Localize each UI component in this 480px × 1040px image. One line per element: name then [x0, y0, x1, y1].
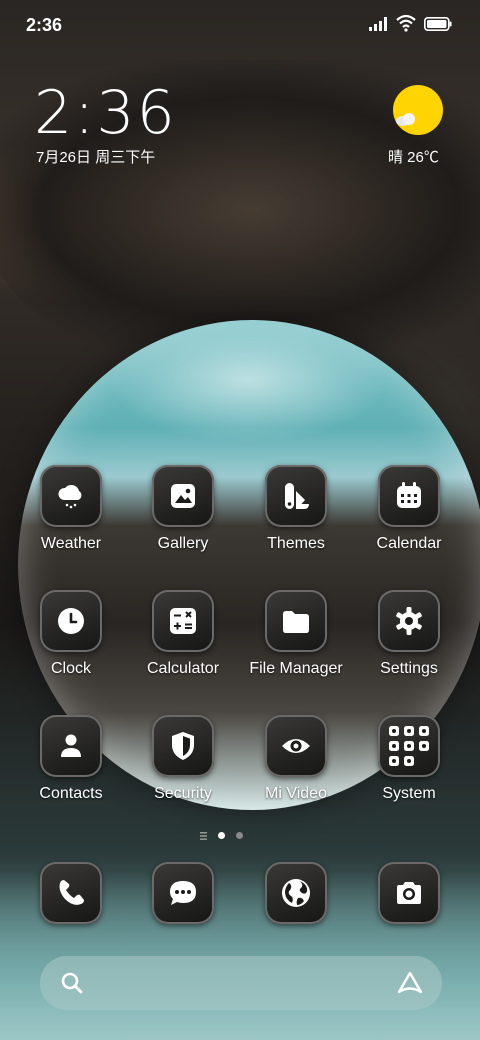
person-icon [61, 734, 81, 757]
app-label: Clock [50, 660, 91, 677]
page-indicator[interactable] [199, 831, 249, 841]
app-label: Contacts [39, 785, 103, 802]
menu-lines-icon [200, 832, 207, 840]
dock-camera[interactable] [354, 862, 464, 926]
dock-browser[interactable] [241, 862, 351, 926]
eye-icon [282, 739, 310, 753]
wifi-icon [396, 14, 416, 32]
app-label: Mi Video [265, 785, 327, 802]
app-label: System [382, 785, 436, 802]
app-clock[interactable]: Clock [16, 590, 126, 700]
battery-icon [424, 17, 452, 31]
clock-icon [58, 608, 84, 634]
app-label: Themes [267, 535, 325, 552]
weather-icon [58, 484, 82, 509]
folder-icon [283, 611, 309, 633]
gallery-icon [171, 484, 195, 508]
shield-icon [172, 732, 194, 760]
calendar-icon [397, 482, 421, 508]
app-themes[interactable]: Themes [241, 465, 351, 575]
phone-icon [59, 880, 84, 905]
app-gallery[interactable]: Gallery [128, 465, 238, 575]
cellular-signal-icon [369, 17, 387, 31]
gear-icon [396, 607, 422, 635]
app-calculator[interactable]: Calculator [128, 590, 238, 700]
clock-widget-date: 7月26日 周三下午 [36, 149, 156, 166]
page-dot [236, 832, 243, 839]
page-dot-active [218, 832, 225, 839]
app-label: Weather [40, 535, 102, 552]
search-icon [61, 972, 83, 994]
status-time: 2:36 [26, 15, 63, 35]
app-label: Calculator [146, 660, 220, 677]
app-label: Security [154, 785, 212, 802]
app-mi-video[interactable]: Mi Video [241, 715, 351, 825]
calculator-icon [170, 608, 196, 634]
dock-phone[interactable] [16, 862, 126, 926]
camera-icon [397, 882, 421, 904]
folder-grid-icon [389, 726, 429, 766]
app-weather[interactable]: Weather [16, 465, 126, 575]
weather-widget-text: 晴 26℃ [388, 149, 439, 166]
app-file-manager[interactable]: File Manager [241, 590, 351, 700]
app-contacts[interactable]: Contacts [16, 715, 126, 825]
app-label: Settings [380, 660, 438, 677]
sun-cloud-icon[interactable] [392, 84, 444, 136]
message-icon [170, 881, 196, 905]
search-bar[interactable] [40, 956, 442, 1010]
clock-widget-time[interactable]: 2:36 [34, 78, 177, 148]
themes-icon [285, 483, 309, 509]
app-label: Gallery [157, 535, 209, 552]
app-security[interactable]: Security [128, 715, 238, 825]
status-bar: 2:36 [0, 0, 480, 50]
app-calendar[interactable]: Calendar [354, 465, 464, 575]
app-label: Calendar [376, 535, 442, 552]
app-system-folder[interactable]: System [354, 715, 464, 825]
assistant-icon[interactable] [396, 970, 424, 996]
app-settings[interactable]: Settings [354, 590, 464, 700]
app-label: File Manager [249, 660, 343, 677]
dock-messages[interactable] [128, 862, 238, 926]
browser-globe-icon [282, 879, 310, 907]
